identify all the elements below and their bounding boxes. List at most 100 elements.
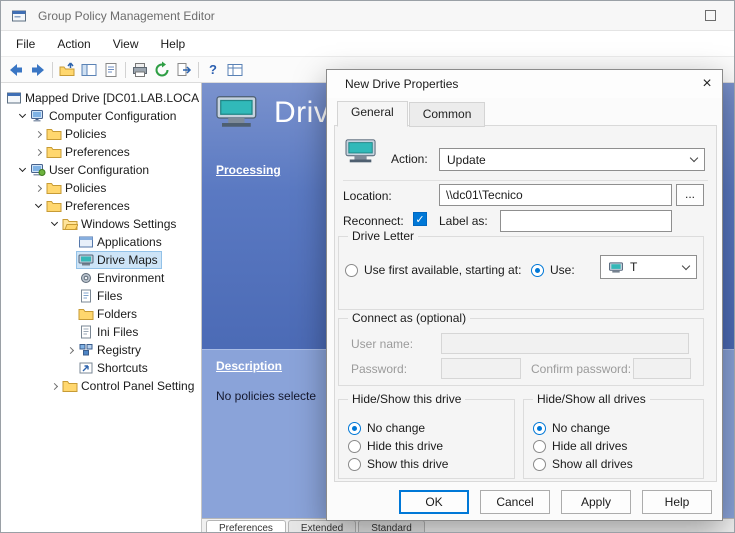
all-no-change-option[interactable]: No change — [533, 421, 610, 435]
help-button[interactable]: ? — [202, 59, 224, 81]
console-icon — [6, 91, 22, 105]
radio-unselected-icon[interactable] — [348, 440, 361, 453]
apply-button[interactable]: Apply — [561, 490, 631, 514]
tree-item-folders[interactable]: Folders — [1, 305, 201, 323]
this-no-change-option[interactable]: No change — [348, 421, 425, 435]
tree-item-drive-maps[interactable]: Drive Maps — [1, 251, 201, 269]
export-list-icon — [175, 61, 193, 79]
tree-item-user-configuration[interactable]: User Configuration — [1, 161, 201, 179]
show-this-drive-option[interactable]: Show this drive — [348, 457, 448, 471]
user-name-input[interactable] — [441, 333, 689, 354]
general-tab-page: Action: Update Location: \\dc01\Tecnico … — [334, 125, 717, 482]
tab-preferences[interactable]: Preferences — [206, 520, 286, 532]
menu-action[interactable]: Action — [46, 33, 101, 55]
label-as-label: Label as: — [439, 214, 488, 228]
chevron-down-icon[interactable] — [18, 165, 25, 172]
radio-selected-icon[interactable] — [531, 264, 544, 277]
refresh-button[interactable] — [151, 59, 173, 81]
forward-button[interactable] — [27, 59, 49, 81]
new-drive-properties-dialog: New Drive Properties × General Common Ac… — [326, 69, 723, 521]
radio-unselected-icon[interactable] — [345, 264, 358, 277]
chevron-down-icon[interactable] — [18, 111, 25, 118]
hide-all-drives-option[interactable]: Hide all drives — [533, 439, 627, 453]
list-view-button[interactable] — [224, 59, 246, 81]
cancel-button[interactable]: Cancel — [480, 490, 550, 514]
description-link[interactable]: Description — [216, 359, 282, 373]
hide-all-drives-label: Hide all drives — [552, 439, 627, 453]
radio-unselected-icon[interactable] — [533, 440, 546, 453]
applications-icon — [78, 235, 94, 249]
tab-standard[interactable]: Standard — [358, 520, 425, 532]
dialog-title: New Drive Properties — [345, 77, 692, 91]
use-first-available-option[interactable]: Use first available, starting at: — [345, 263, 521, 277]
menu-file[interactable]: File — [5, 33, 46, 55]
radio-selected-icon[interactable] — [533, 422, 546, 435]
radio-unselected-icon[interactable] — [348, 458, 361, 471]
tree-item-label: Preferences — [65, 145, 130, 159]
tab-extended[interactable]: Extended — [288, 520, 356, 532]
hide-show-all-legend: Hide/Show all drives — [533, 392, 650, 406]
chevron-right-icon[interactable] — [66, 346, 73, 353]
tree-item-ini-files[interactable]: Ini Files — [1, 323, 201, 341]
tree-item-control-panel-settings[interactable]: Control Panel Setting — [1, 377, 201, 395]
tree-item-label: Drive Maps — [97, 253, 158, 267]
hide-this-drive-option[interactable]: Hide this drive — [348, 439, 443, 453]
tree-item-computer-configuration[interactable]: Computer Configuration — [1, 107, 201, 125]
confirm-password-label: Confirm password: — [531, 362, 631, 376]
show-all-drives-option[interactable]: Show all drives — [533, 457, 633, 471]
console-tree-button[interactable] — [78, 59, 100, 81]
confirm-password-input[interactable] — [633, 358, 691, 379]
tree-item-label: Applications — [97, 235, 162, 249]
use-option[interactable]: Use: — [531, 263, 575, 277]
tab-common[interactable]: Common — [409, 102, 486, 127]
tree-item-label: Ini Files — [97, 325, 138, 339]
close-icon[interactable]: × — [692, 72, 722, 96]
properties-button[interactable] — [100, 59, 122, 81]
chevron-right-icon[interactable] — [34, 148, 41, 155]
tree-item-shortcuts[interactable]: Shortcuts — [1, 359, 201, 377]
chevron-down-icon[interactable] — [50, 219, 57, 226]
chevron-right-icon[interactable] — [34, 130, 41, 137]
chevron-right-icon[interactable] — [34, 184, 41, 191]
app-icon — [11, 9, 27, 23]
reconnect-checkbox[interactable]: ✓ — [413, 212, 427, 226]
chevron-right-icon[interactable] — [50, 382, 57, 389]
tree-item-user-policies[interactable]: Policies — [1, 179, 201, 197]
location-input[interactable]: \\dc01\Tecnico — [439, 184, 672, 206]
tree-item-windows-settings[interactable]: Windows Settings — [1, 215, 201, 233]
export-list-button[interactable] — [173, 59, 195, 81]
password-input[interactable] — [441, 358, 521, 379]
print-button[interactable] — [129, 59, 151, 81]
tree-item-label: Shortcuts — [97, 361, 148, 375]
tree-item-environment[interactable]: Environment — [1, 269, 201, 287]
maximize-button[interactable] — [705, 10, 716, 21]
tree-item-registry[interactable]: Registry — [1, 341, 201, 359]
radio-selected-icon[interactable] — [348, 422, 361, 435]
list-view-icon — [226, 61, 244, 79]
browse-button[interactable]: ... — [676, 184, 704, 206]
processing-link[interactable]: Processing — [216, 163, 281, 177]
radio-unselected-icon[interactable] — [533, 458, 546, 471]
tree-item-user-preferences[interactable]: Preferences — [1, 197, 201, 215]
password-label: Password: — [351, 362, 407, 376]
chevron-down-icon[interactable] — [34, 201, 41, 208]
action-label: Action: — [391, 152, 428, 166]
tree-item-computer-policies[interactable]: Policies — [1, 125, 201, 143]
back-button[interactable] — [5, 59, 27, 81]
label-as-input[interactable] — [500, 210, 672, 232]
menu-help[interactable]: Help — [150, 33, 197, 55]
drive-letter-dropdown[interactable]: T — [600, 255, 697, 279]
help-button-dialog[interactable]: Help — [642, 490, 712, 514]
action-dropdown[interactable]: Update — [439, 148, 705, 171]
ok-button[interactable]: OK — [399, 490, 469, 514]
action-value: Update — [447, 153, 486, 167]
tab-general[interactable]: General — [337, 101, 408, 127]
tree-item-mapped-drive-root[interactable]: Mapped Drive [DC01.LAB.LOCA — [1, 89, 201, 107]
show-all-drives-label: Show all drives — [552, 457, 633, 471]
menu-view[interactable]: View — [102, 33, 150, 55]
up-level-button[interactable] — [56, 59, 78, 81]
help-icon: ? — [209, 62, 217, 77]
tree-item-computer-preferences[interactable]: Preferences — [1, 143, 201, 161]
tree-item-files[interactable]: Files — [1, 287, 201, 305]
tree-item-applications[interactable]: Applications — [1, 233, 201, 251]
